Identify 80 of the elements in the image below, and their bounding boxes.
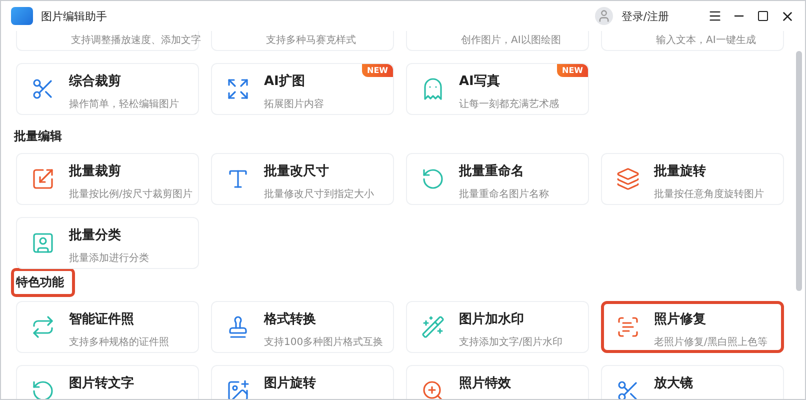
ghost-icon <box>421 77 445 101</box>
card-description: 支持多种规格的证件照 <box>69 336 169 349</box>
card-title: 图片旋转 <box>264 375 316 392</box>
card-title: 批量旋转 <box>654 163 707 180</box>
feature-card[interactable]: 批量裁剪 批量按比例/按尺寸裁剪图片 <box>16 153 199 205</box>
card-description: 批量修改尺寸到指定大小 <box>264 188 374 201</box>
card-title: 综合裁剪 <box>69 72 122 90</box>
feature-card[interactable]: 图片加水印 支持添加文字/图片水印 <box>406 301 589 353</box>
section-heading: 特色功能 <box>11 268 75 297</box>
card-description: 支持多种马赛克样式 <box>266 34 356 47</box>
feature-card[interactable]: 批量分类 批量添加进行分类 <box>16 217 199 269</box>
feature-card[interactable]: 照片修复 老照片修复/黑白照上色等 <box>601 301 784 353</box>
feature-card[interactable]: 批量旋转 批量按任意角度旋转图片 <box>601 153 784 205</box>
card-description: 支持调整播放速度、添加文字 <box>71 34 201 47</box>
card-title: 图片转文字 <box>69 374 134 392</box>
rotate-icon <box>31 379 55 399</box>
card-title: AI写真 <box>459 73 501 90</box>
repeat-icon <box>31 315 55 339</box>
feature-card[interactable]: 支持调整播放速度、添加文字 <box>16 31 199 51</box>
zoom-icon <box>421 379 445 399</box>
image-icon <box>226 379 250 399</box>
scissors-icon <box>616 379 640 399</box>
card-description: 拓展图片内容 <box>264 98 324 111</box>
feature-card[interactable]: 图片旋转 <box>211 365 394 399</box>
card-description: 批量按任意角度旋转图片 <box>654 188 764 201</box>
feature-card[interactable]: 放大镜 <box>601 365 784 399</box>
card-description: 输入文本，AI一键生成 <box>656 34 756 47</box>
feature-card[interactable]: 格式转换 支持100多种图片格式互换 <box>211 301 394 353</box>
card-description: 批量重命名图片名称 <box>459 188 549 201</box>
stamp-icon <box>226 315 250 339</box>
layers-icon <box>616 167 640 191</box>
resize-icon <box>31 167 55 191</box>
card-title: 放大镜 <box>654 375 693 392</box>
new-badge: NEW <box>557 64 588 77</box>
card-title: 批量重命名 <box>459 162 525 180</box>
feature-card[interactable]: 批量改尺寸 批量修改尺寸到指定大小 <box>211 153 394 205</box>
feature-card[interactable]: AI扩图 拓展图片内容 NEW <box>211 63 394 115</box>
person-icon <box>31 231 55 255</box>
card-description: 让每一刻都充满艺术感 <box>459 98 559 111</box>
feature-card[interactable]: 批量重命名 批量重命名图片名称 <box>406 153 589 205</box>
card-description: 批量添加进行分类 <box>69 252 149 265</box>
card-title: 批量改尺寸 <box>264 163 330 180</box>
login-link[interactable]: 登录/注册 <box>621 8 669 24</box>
expand-icon <box>226 77 250 101</box>
magic-wand-icon <box>421 315 445 339</box>
card-description: 创作图片，AI以图绘图 <box>461 34 561 47</box>
user-icon <box>597 9 612 23</box>
window-title: 图片编辑助手 <box>41 8 107 24</box>
card-title: AI扩图 <box>264 72 306 90</box>
feature-card[interactable]: 智能证件照 支持多种规格的证件照 <box>16 301 199 353</box>
feature-card[interactable]: 图片转文字 <box>16 365 199 399</box>
card-title: 智能证件照 <box>69 311 135 328</box>
card-description: 操作简单，轻松编辑图片 <box>69 98 179 111</box>
new-badge: NEW <box>362 64 393 77</box>
menu-icon <box>708 9 722 23</box>
feature-card[interactable]: 创作图片，AI以图绘图 <box>406 31 589 51</box>
feature-card[interactable]: 照片特效 <box>406 365 589 399</box>
card-description: 支持100多种图片格式互换 <box>264 336 384 349</box>
scrollbar[interactable] <box>796 51 802 291</box>
app-logo-icon <box>11 7 33 25</box>
card-title: 图片加水印 <box>459 311 525 328</box>
feature-card[interactable]: 综合裁剪 操作简单，轻松编辑图片 <box>16 63 199 115</box>
feature-card[interactable]: AI写真 让每一刻都充满艺术感 NEW <box>406 63 589 115</box>
maximize-icon <box>757 10 769 22</box>
card-description: 支持添加文字/图片水印 <box>459 336 562 349</box>
rotate-icon <box>421 167 445 191</box>
card-title: 照片特效 <box>459 375 511 392</box>
card-description: 老照片修复/黑白照上色等 <box>654 336 768 349</box>
card-title: 批量分类 <box>69 227 122 244</box>
card-title: 格式转换 <box>264 311 317 328</box>
feature-card[interactable]: 输入文本，AI一键生成 <box>601 31 784 51</box>
card-description: 批量按比例/按尺寸裁剪图片 <box>69 188 192 201</box>
feature-card[interactable]: 支持多种马赛克样式 <box>211 31 394 51</box>
maximize-button[interactable] <box>755 8 771 24</box>
text-icon <box>226 167 250 191</box>
avatar-icon[interactable] <box>595 7 614 25</box>
card-title: 批量裁剪 <box>69 162 122 180</box>
card-title: 照片修复 <box>654 311 707 328</box>
section-heading: 批量编辑 <box>14 128 62 145</box>
text-scan-icon <box>616 315 640 339</box>
